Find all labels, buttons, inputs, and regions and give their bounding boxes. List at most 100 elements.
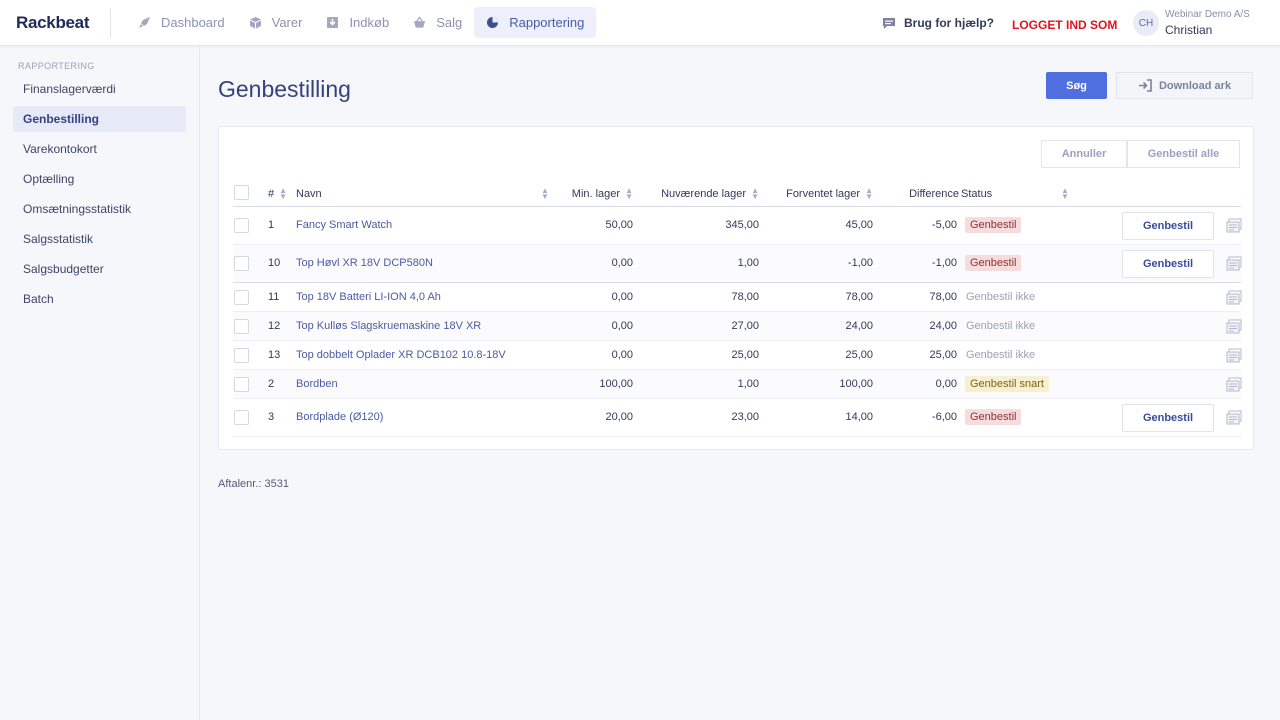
expected-stock-value: 100,00: [839, 378, 873, 390]
page-title: Genbestilling: [218, 76, 351, 102]
difference-value: -6,00: [931, 411, 957, 423]
min-stock-value: 20,00: [605, 411, 633, 423]
sidebar-item-varekontokort[interactable]: Varekontokort: [13, 136, 186, 162]
product-name-link[interactable]: Top Høvl XR 18V DCP580N: [296, 257, 433, 269]
nav-rapportering[interactable]: Rapportering: [474, 7, 597, 38]
table-row[interactable]: 13 Top dobbelt Oplader XR DCB102 10.8-18V…: [233, 341, 1242, 370]
cube-icon: [249, 16, 262, 29]
row-checkbox[interactable]: [234, 290, 249, 305]
sort-icon[interactable]: ▲ ▼: [1061, 187, 1069, 201]
row-number: 1: [268, 219, 275, 231]
download-box-icon: [326, 16, 339, 29]
details-icon[interactable]: [1226, 410, 1242, 426]
product-name-link[interactable]: Bordplade (Ø120): [296, 411, 383, 423]
column-header-name[interactable]: Navn: [296, 188, 322, 200]
sidebar-item-batch[interactable]: Batch: [13, 286, 186, 312]
details-icon[interactable]: [1226, 256, 1242, 272]
min-stock-value: 0,00: [611, 257, 633, 269]
column-label: Forventet lager: [786, 188, 861, 200]
divider: [110, 8, 111, 38]
table-row[interactable]: 2 Bordben 100,00 1,00 100,00 0,00 Genbestil sn…: [233, 370, 1242, 399]
details-icon[interactable]: [1226, 290, 1242, 306]
nav-label: Dashboard: [161, 15, 225, 30]
status-badge: Genbestil: [965, 409, 1022, 425]
reorder-all-button[interactable]: Genbestil alle: [1127, 140, 1240, 168]
table-row[interactable]: 3 Bordplade (Ø120) 20,00 23,00 14,00 -6,00 Gen…: [233, 399, 1242, 437]
difference-value: -1,00: [931, 257, 957, 269]
nav-indkob[interactable]: Indkøb: [314, 7, 401, 38]
sidebar-item-salgsbudgetter[interactable]: Salgsbudgetter: [13, 256, 186, 282]
min-stock-value: 50,00: [605, 219, 633, 231]
sidebar: RAPPORTERING Finanslagerværdi Genbestill…: [0, 46, 200, 720]
main-nav: Dashboard Varer Indkøb Salg Rapportering: [126, 7, 597, 38]
row-checkbox[interactable]: [234, 348, 249, 363]
column-label: Nuværende lager: [661, 188, 747, 200]
column-header-num[interactable]: # ▲ ▼: [268, 187, 287, 201]
avatar[interactable]: CH: [1133, 10, 1159, 36]
download-sheet-button[interactable]: Download ark: [1116, 72, 1253, 99]
help-label: Brug for hjælp?: [904, 16, 994, 30]
product-name-link[interactable]: Top dobbelt Oplader XR DCB102 10.8-18V: [296, 349, 506, 361]
sort-icon[interactable]: ▲ ▼: [625, 187, 633, 201]
details-icon[interactable]: [1226, 218, 1242, 234]
row-checkbox[interactable]: [234, 410, 249, 425]
difference-value: 0,00: [935, 378, 957, 390]
download-label: Download ark: [1158, 79, 1232, 92]
column-header-diff[interactable]: Difference: [883, 188, 959, 200]
select-all-checkbox[interactable]: [234, 185, 249, 200]
expected-stock-value: 24,00: [845, 320, 873, 332]
sidebar-item-genbestilling[interactable]: Genbestilling: [13, 106, 186, 132]
expected-stock-value: 14,00: [845, 411, 873, 423]
column-header-min[interactable]: Min. lager ▲ ▼: [553, 187, 633, 201]
column-label: Navn: [296, 188, 322, 200]
difference-value: 24,00: [929, 320, 957, 332]
sort-icon[interactable]: ▲ ▼: [865, 187, 873, 201]
row-checkbox[interactable]: [234, 319, 249, 334]
row-number: 10: [268, 257, 281, 269]
column-label: Status: [961, 188, 993, 200]
reorder-button[interactable]: Genbestil: [1122, 404, 1214, 432]
column-header-current[interactable]: Nuværende lager ▲ ▼: [643, 187, 759, 201]
sort-icon[interactable]: ▲ ▼: [541, 187, 549, 201]
sidebar-item-optaelling[interactable]: Optælling: [13, 166, 186, 192]
table-row[interactable]: 12 Top Kulløs Slagskruemaskine 18V XR 0,00…: [233, 312, 1242, 341]
column-header-expected[interactable]: Forventet lager ▲ ▼: [773, 187, 873, 201]
user-name[interactable]: Christian: [1165, 23, 1212, 37]
current-stock-value: 1,00: [737, 378, 759, 390]
reorder-card: Annuller Genbestil alle # ▲ ▼ Navn ▲ ▼ Min…: [218, 126, 1254, 450]
sort-icon[interactable]: ▲ ▼: [751, 187, 759, 201]
min-stock-value: 0,00: [611, 320, 633, 332]
row-checkbox[interactable]: [234, 256, 249, 271]
table-row[interactable]: 1 Fancy Smart Watch 50,00 345,00 45,00 -5,00 G…: [233, 207, 1242, 245]
nav-label: Varer: [271, 15, 303, 30]
nav-varer[interactable]: Varer: [237, 7, 315, 38]
sidebar-item-salgsstatistik[interactable]: Salgsstatistik: [13, 226, 186, 252]
table-row[interactable]: 10 Top Høvl XR 18V DCP580N 0,00 1,00 -1,00 -1…: [233, 245, 1242, 283]
details-icon[interactable]: [1226, 319, 1242, 335]
help-link[interactable]: Brug for hjælp?: [882, 16, 994, 30]
difference-value: -5,00: [931, 219, 957, 231]
nav-label: Indkøb: [349, 15, 390, 30]
details-icon[interactable]: [1226, 377, 1242, 393]
table-row[interactable]: 11 Top 18V Batteri LI-ION 4,0 Ah 0,00 78,00…: [233, 283, 1242, 312]
sort-icon[interactable]: ▲ ▼: [279, 187, 287, 201]
logo[interactable]: Rackbeat: [16, 13, 90, 33]
sidebar-item-omsaetningsstatistik[interactable]: Omsætningsstatistik: [13, 196, 186, 222]
product-name-link[interactable]: Top 18V Batteri LI-ION 4,0 Ah: [296, 291, 441, 303]
details-icon[interactable]: [1226, 348, 1242, 364]
search-button[interactable]: Søg: [1046, 72, 1107, 99]
row-checkbox[interactable]: [234, 218, 249, 233]
nav-dashboard[interactable]: Dashboard: [126, 7, 237, 38]
sidebar-item-finanslagervaerdi[interactable]: Finanslagerværdi: [13, 76, 186, 102]
product-name-link[interactable]: Top Kulløs Slagskruemaskine 18V XR: [296, 320, 481, 332]
row-checkbox[interactable]: [234, 377, 249, 392]
sign-in-icon: [1138, 79, 1152, 92]
cancel-button[interactable]: Annuller: [1041, 140, 1127, 168]
reorder-button[interactable]: Genbestil: [1122, 212, 1214, 240]
min-stock-value: 100,00: [599, 378, 633, 390]
nav-salg[interactable]: Salg: [401, 7, 474, 38]
product-name-link[interactable]: Fancy Smart Watch: [296, 219, 392, 231]
column-header-status[interactable]: Status: [961, 188, 992, 200]
reorder-button[interactable]: Genbestil: [1122, 250, 1214, 278]
product-name-link[interactable]: Bordben: [296, 378, 338, 390]
